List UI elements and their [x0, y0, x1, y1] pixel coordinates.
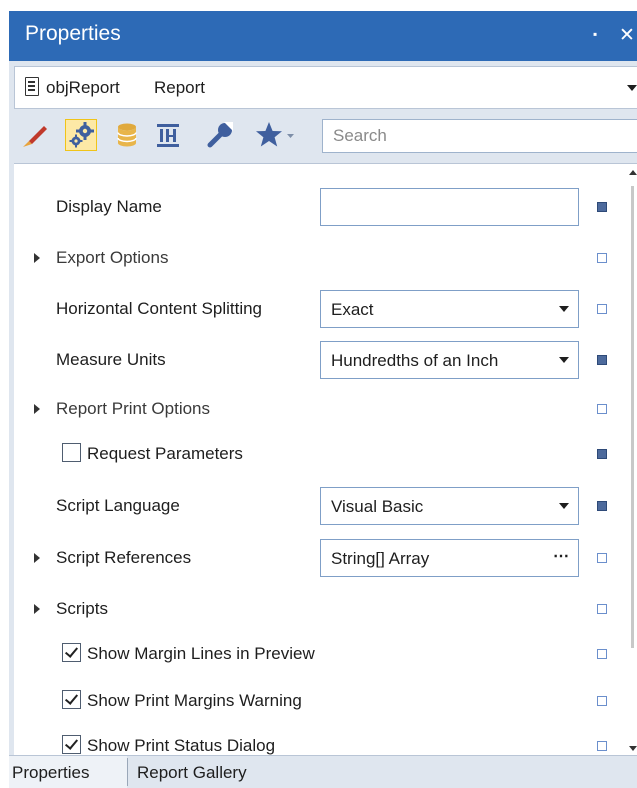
- property-row-report-print-options: Report Print Options: [14, 384, 626, 434]
- expand-arrow-icon[interactable]: [34, 604, 40, 614]
- property-label: Script Language: [56, 496, 180, 515]
- tab-report-gallery[interactable]: Report Gallery: [137, 763, 247, 783]
- object-name: objReport: [46, 78, 120, 97]
- property-marker-icon[interactable]: [597, 449, 607, 459]
- property-marker-icon[interactable]: [597, 355, 607, 365]
- property-label: Show Print Margins Warning: [87, 691, 302, 710]
- properties-panel: Properties ▪ ✕ objReport Report Search D…: [9, 11, 637, 788]
- tab-properties[interactable]: Properties: [12, 763, 89, 783]
- property-label: Horizontal Content Splitting: [56, 299, 263, 318]
- wrench-icon[interactable]: [205, 119, 237, 151]
- toolbar: [9, 111, 637, 159]
- property-marker-icon[interactable]: [597, 404, 607, 414]
- property-marker-icon[interactable]: [597, 649, 607, 659]
- property-row-request-parameters: Request Parameters: [14, 429, 626, 479]
- property-row-script-language: Script Language Visual Basic: [14, 481, 626, 531]
- brush-icon[interactable]: [19, 119, 51, 151]
- property-marker-icon[interactable]: [597, 604, 607, 614]
- horizontal-content-splitting-select[interactable]: Exact: [320, 290, 579, 328]
- property-row-horizontal-content-splitting: Horizontal Content Splitting Exact: [14, 284, 626, 334]
- property-label: Display Name: [56, 197, 162, 216]
- property-row-scripts: Scripts: [14, 584, 626, 634]
- chevron-down-icon[interactable]: [559, 503, 569, 509]
- property-row-display-name: Display Name: [14, 182, 626, 232]
- chevron-down-icon[interactable]: [559, 357, 569, 363]
- database-icon[interactable]: [113, 119, 145, 151]
- show-margin-lines-checkbox[interactable]: [62, 643, 81, 662]
- vertical-scrollbar[interactable]: [627, 164, 637, 756]
- pin-icon[interactable]: ▪: [593, 27, 597, 41]
- property-row-measure-units: Measure Units Hundredths of an Inch: [14, 335, 626, 385]
- property-marker-icon[interactable]: [597, 553, 607, 563]
- search-input[interactable]: [322, 119, 637, 153]
- display-name-input[interactable]: [320, 188, 579, 226]
- script-references-field[interactable]: String[] Array ⋯: [320, 539, 579, 577]
- panel-title: Properties: [25, 22, 121, 45]
- star-icon[interactable]: [253, 119, 301, 151]
- scroll-down-icon[interactable]: [629, 746, 637, 751]
- object-type: Report: [154, 78, 206, 97]
- property-label: Export Options: [56, 248, 169, 267]
- property-value: String[] Array: [331, 549, 430, 568]
- property-label: Show Margin Lines in Preview: [87, 644, 315, 663]
- expand-arrow-icon[interactable]: [34, 404, 40, 414]
- request-parameters-checkbox[interactable]: [62, 443, 81, 462]
- property-value: Exact: [331, 300, 374, 319]
- property-label: Scripts: [56, 599, 108, 618]
- property-label: Script References: [56, 548, 192, 567]
- property-label: Report Print Options: [56, 399, 211, 418]
- property-grid: Display Name Export Options Horizontal C…: [14, 163, 637, 756]
- property-marker-icon[interactable]: [597, 696, 607, 706]
- property-row-show-print-status-dialog: Show Print Status Dialog: [14, 721, 626, 756]
- property-label: Show Print Status Dialog: [87, 736, 276, 755]
- scrollbar-thumb[interactable]: [631, 186, 634, 648]
- object-selector[interactable]: objReport Report: [14, 66, 637, 109]
- property-marker-icon[interactable]: [597, 501, 607, 511]
- title-bar: Properties ▪ ✕: [9, 11, 637, 61]
- checkmark-icon: [64, 644, 79, 658]
- report-document-icon: [25, 77, 39, 96]
- property-row-script-references: Script References String[] Array ⋯: [14, 533, 626, 583]
- close-icon[interactable]: ✕: [619, 24, 635, 47]
- chevron-down-icon[interactable]: [559, 306, 569, 312]
- show-print-margins-warning-checkbox[interactable]: [62, 690, 81, 709]
- property-marker-icon[interactable]: [597, 202, 607, 212]
- property-marker-icon[interactable]: [597, 304, 607, 314]
- ellipsis-button[interactable]: ⋯: [553, 546, 569, 566]
- property-value: Visual Basic: [331, 497, 424, 516]
- property-value: Hundredths of an Inch: [331, 351, 499, 370]
- bottom-tab-bar: Properties Report Gallery: [9, 755, 637, 788]
- expand-arrow-icon[interactable]: [34, 553, 40, 563]
- checkmark-icon: [64, 691, 79, 705]
- property-marker-icon[interactable]: [597, 253, 607, 263]
- script-language-select[interactable]: Visual Basic: [320, 487, 579, 525]
- column-layout-icon[interactable]: [153, 119, 185, 151]
- scroll-up-icon[interactable]: [629, 170, 637, 175]
- measure-units-select[interactable]: Hundredths of an Inch: [320, 341, 579, 379]
- property-row-show-margin-lines: Show Margin Lines in Preview: [14, 629, 626, 679]
- property-marker-icon[interactable]: [597, 741, 607, 751]
- gears-icon[interactable]: [65, 119, 97, 151]
- property-label: Request Parameters: [87, 444, 243, 463]
- chevron-down-icon[interactable]: [627, 85, 637, 91]
- expand-arrow-icon[interactable]: [34, 253, 40, 263]
- property-row-show-print-margins-warning: Show Print Margins Warning: [14, 676, 626, 726]
- show-print-status-dialog-checkbox[interactable]: [62, 735, 81, 754]
- tab-divider: [127, 758, 128, 786]
- checkmark-icon: [64, 736, 79, 750]
- property-row-export-options: Export Options: [14, 233, 626, 283]
- property-label: Measure Units: [56, 350, 166, 369]
